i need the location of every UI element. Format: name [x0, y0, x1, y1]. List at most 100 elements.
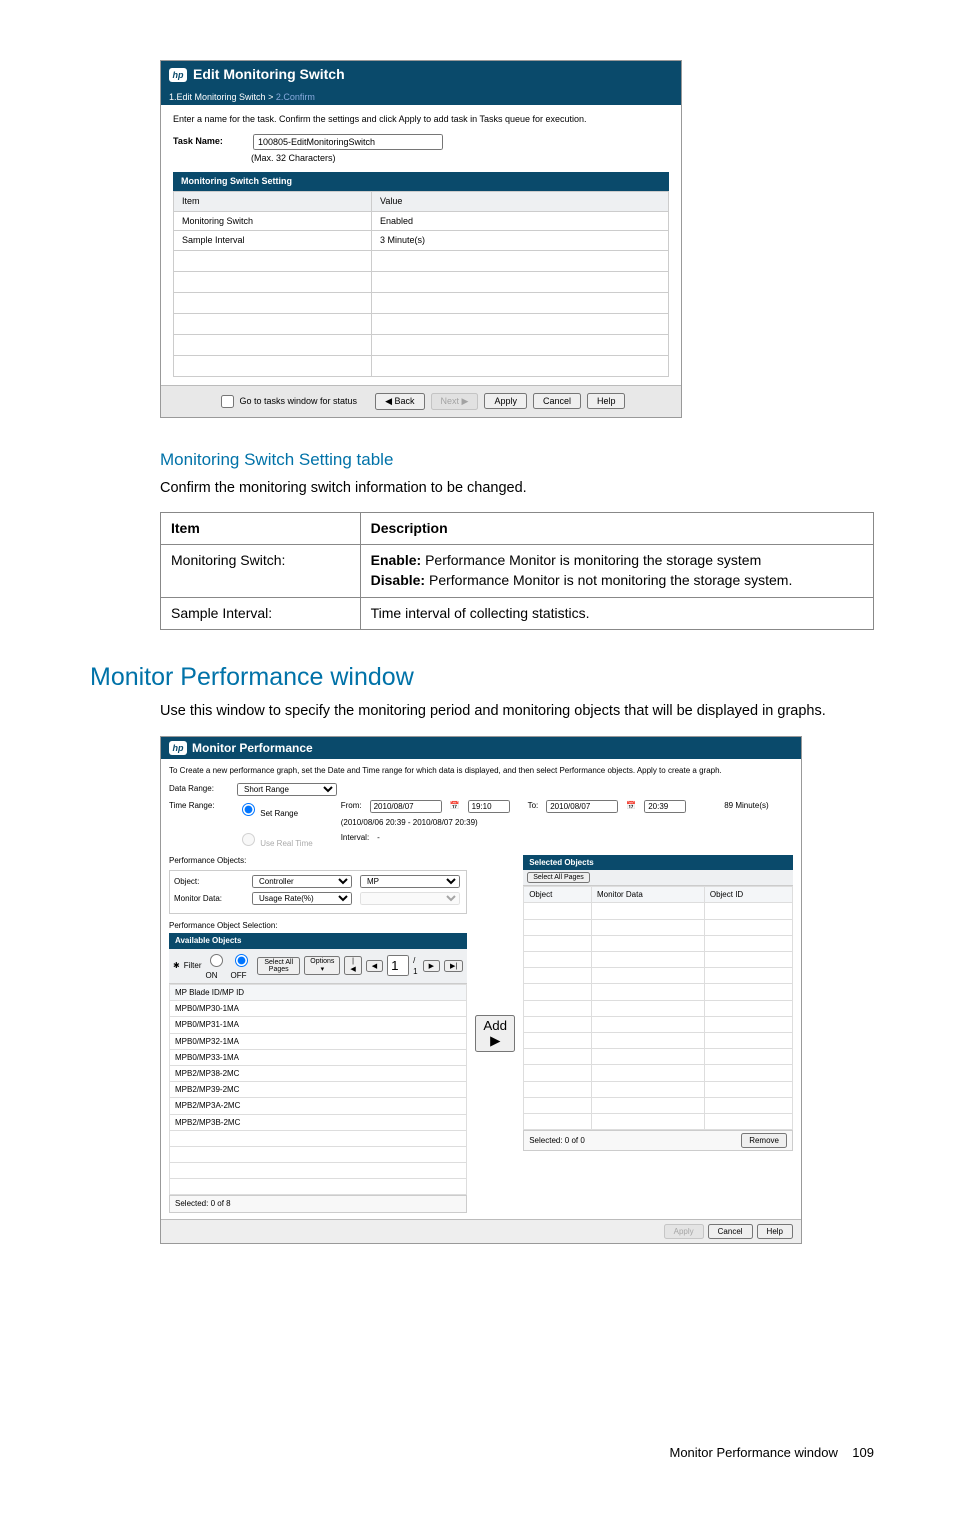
list-item[interactable]: MPB0/MP33-1MA — [170, 1049, 467, 1065]
dialog2-title-bar: hp Monitor Performance — [161, 737, 801, 760]
list-item — [524, 919, 793, 935]
interval-label: Interval: — [341, 832, 369, 843]
options-button[interactable]: Options ▾ — [304, 956, 340, 975]
table-row — [174, 271, 669, 292]
list-item — [524, 1113, 793, 1129]
dialog2-instruction: To Create a new performance graph, set t… — [169, 765, 793, 776]
selected-count-left: Selected: 0 of 8 — [169, 1195, 467, 1212]
dialog-title: Edit Monitoring Switch — [193, 65, 345, 85]
list-item — [524, 1000, 793, 1016]
monitor-data-select-1[interactable]: Usage Rate(%) — [252, 892, 352, 905]
data-range-select[interactable]: Short Range — [237, 783, 337, 796]
selection-header: Performance Object Selection: — [169, 920, 467, 931]
list-item — [524, 952, 793, 968]
setting-table-description: Confirm the monitoring switch informatio… — [160, 478, 874, 498]
range-minutes: 89 Minute(s) — [724, 800, 768, 811]
list-item — [524, 984, 793, 1000]
list-item[interactable]: MPB2/MP39-2MC — [170, 1082, 467, 1098]
pager-prev-button[interactable]: ◀ — [366, 960, 383, 972]
cancel-button[interactable]: Cancel — [533, 393, 581, 409]
apply-button[interactable]: Apply — [484, 393, 527, 409]
list-item[interactable]: MPB0/MP30-1MA — [170, 1001, 467, 1017]
max-chars-hint: (Max. 32 Characters) — [251, 152, 669, 165]
available-toolbar: ✱ Filter ON OFF Select All Pages Options… — [169, 949, 467, 984]
list-item — [524, 935, 793, 951]
table-row: Sample Interval: Time interval of collec… — [161, 597, 874, 630]
list-item — [524, 1097, 793, 1113]
goto-tasks-check-input[interactable] — [221, 395, 234, 408]
pager-last-button[interactable]: ▶| — [444, 960, 463, 972]
to-date-input[interactable] — [546, 800, 618, 813]
breadcrumb-step-2[interactable]: 2.Confirm — [276, 92, 315, 102]
selected-objects-header: Selected Objects — [523, 855, 793, 870]
apply-button: Apply — [664, 1224, 704, 1239]
monitoring-switch-setting-table: Item Description Monitoring Switch: Enab… — [160, 512, 874, 630]
settings-table: Item Value Monitoring Switch Enabled Sam… — [173, 191, 669, 377]
footer-title: Monitor Performance window — [669, 1445, 837, 1460]
list-item — [524, 1032, 793, 1048]
available-objects-header: Available Objects — [169, 933, 467, 948]
from-time-input[interactable] — [468, 800, 510, 813]
to-label: To: — [528, 800, 539, 811]
table-row: Monitoring Switch: Enable: Performance M… — [161, 545, 874, 597]
add-button[interactable]: Add ▶ — [475, 1015, 515, 1052]
select-all-pages-button[interactable]: Select All Pages — [257, 957, 300, 975]
list-item — [170, 1163, 467, 1179]
help-button[interactable]: Help — [757, 1224, 793, 1239]
dialog2-button-bar: Apply Cancel Help — [161, 1219, 801, 1243]
table-row — [174, 334, 669, 355]
calendar-icon[interactable]: 📅 — [450, 800, 460, 811]
object-select-1[interactable]: Controller — [252, 875, 352, 888]
calendar-icon[interactable]: 📅 — [626, 800, 636, 811]
doc-col-description: Description — [360, 512, 873, 545]
interval-value: - — [377, 832, 380, 843]
select-all-pages-button[interactable]: Select All Pages — [527, 872, 590, 883]
object-select-2[interactable]: MP — [360, 875, 460, 888]
goto-tasks-checkbox[interactable]: Go to tasks window for status — [217, 392, 358, 411]
list-item[interactable]: MPB0/MP31-1MA — [170, 1017, 467, 1033]
back-button[interactable]: ◀ Back — [375, 393, 424, 410]
hp-logo-icon: hp — [169, 741, 187, 755]
list-item — [170, 1130, 467, 1146]
sel-col-object-id: Object ID — [704, 887, 792, 903]
to-time-input[interactable] — [644, 800, 686, 813]
pager-total: / 1 — [413, 955, 418, 977]
time-range-label: Time Range: — [169, 800, 229, 811]
cancel-button[interactable]: Cancel — [708, 1224, 753, 1239]
filter-label: Filter — [184, 960, 202, 971]
col-value: Value — [372, 191, 669, 211]
help-button[interactable]: Help — [587, 393, 626, 409]
settings-table-header: Monitoring Switch Setting — [173, 172, 669, 191]
list-item[interactable]: MPB2/MP3A-2MC — [170, 1098, 467, 1114]
table-row: Sample Interval 3 Minute(s) — [174, 231, 669, 251]
from-date-input[interactable] — [370, 800, 442, 813]
next-button: Next ▶ — [431, 393, 479, 410]
pager-first-button[interactable]: |◀ — [344, 956, 361, 975]
list-item — [524, 1049, 793, 1065]
list-item[interactable]: MPB2/MP38-2MC — [170, 1065, 467, 1081]
breadcrumb-step-1: 1.Edit Monitoring Switch — [169, 92, 266, 102]
col-item: Item — [174, 191, 372, 211]
dialog-button-bar: Go to tasks window for status ◀ Back Nex… — [161, 385, 681, 417]
filter-off-radio[interactable]: OFF — [230, 951, 253, 981]
pager-next-button[interactable]: ▶ — [423, 960, 440, 972]
monitor-data-select-2 — [360, 892, 460, 905]
table-row — [174, 313, 669, 334]
list-item[interactable]: MPB0/MP32-1MA — [170, 1033, 467, 1049]
list-item[interactable]: MPB2/MP3B-2MC — [170, 1114, 467, 1130]
page-footer: Monitor Performance window 109 — [80, 1444, 874, 1462]
remove-button[interactable]: Remove — [741, 1133, 787, 1148]
set-range-radio[interactable]: Set Range — [237, 809, 298, 818]
data-range-label: Data Range: — [169, 783, 229, 794]
monitor-performance-description: Use this window to specify the monitorin… — [160, 701, 874, 721]
hp-logo-icon: hp — [169, 68, 187, 82]
use-real-time-radio: Use Real Time — [237, 839, 313, 848]
col-mp-id: MP Blade ID/MP ID — [170, 985, 467, 1001]
filter-on-radio[interactable]: ON — [205, 951, 226, 981]
selected-objects-table: Object Monitor Data Object ID — [523, 886, 793, 1130]
range-detail: (2010/08/06 20:39 - 2010/08/07 20:39) — [341, 817, 769, 828]
sel-col-object: Object — [524, 887, 592, 903]
pager-page-input[interactable] — [387, 955, 409, 976]
list-item — [524, 1016, 793, 1032]
task-name-input[interactable] — [253, 134, 443, 150]
